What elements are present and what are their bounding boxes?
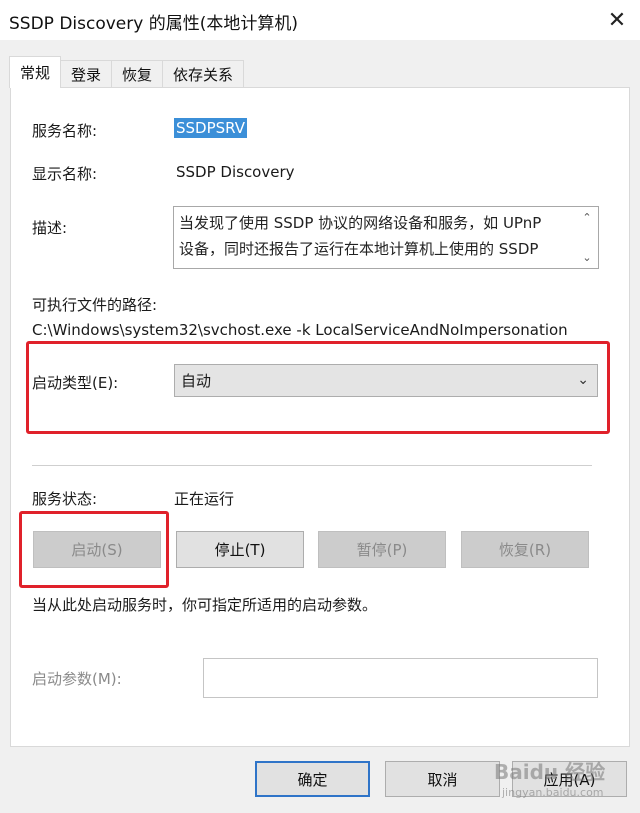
watermark-url: jingyan.baidu.com — [502, 786, 604, 799]
description-line-2: 设备，同时还报告了运行在本地计算机上使用的 SSDP — [179, 240, 539, 258]
description-box[interactable]: 当发现了使用 SSDP 协议的网络设备和服务，如 UPnP 设备，同时还报告了运… — [173, 206, 599, 269]
stop-button[interactable]: 停止(T) — [176, 531, 304, 568]
highlight-startup-type — [26, 341, 610, 434]
service-name-value[interactable]: SSDPSRV — [174, 118, 248, 138]
path-label: 可执行文件的路径: — [32, 296, 158, 314]
service-name-text[interactable]: SSDPSRV — [174, 118, 248, 138]
description-text: 当发现了使用 SSDP 协议的网络设备和服务，如 UPnP 设备，同时还报告了运… — [179, 210, 571, 262]
separator — [32, 465, 592, 466]
tab-strip: 常规 登录 恢复 依存关系 — [9, 56, 245, 88]
description-label: 描述: — [32, 219, 68, 237]
window-title: SSDP Discovery 的属性(本地计算机) — [9, 14, 298, 34]
watermark-brand: Baidu 经验 — [494, 760, 606, 784]
service-status-value: 正在运行 — [174, 490, 235, 508]
general-panel: 服务名称: SSDPSRV 显示名称: SSDP Discovery 描述: 当… — [10, 87, 630, 747]
service-name-label: 服务名称: — [32, 122, 98, 140]
display-name-label: 显示名称: — [32, 165, 98, 183]
tab-dependencies[interactable]: 依存关系 — [162, 60, 245, 88]
cancel-button[interactable]: 取消 — [385, 761, 500, 797]
close-icon[interactable]: ✕ — [594, 0, 640, 40]
description-line-1: 当发现了使用 SSDP 协议的网络设备和服务，如 UPnP — [179, 214, 542, 232]
tab-general[interactable]: 常规 — [9, 56, 62, 88]
tab-recovery[interactable]: 恢复 — [111, 60, 164, 88]
start-params-label: 启动参数(M): — [32, 670, 122, 688]
start-params-input[interactable] — [203, 658, 598, 698]
pause-button[interactable]: 暂停(P) — [318, 531, 446, 568]
service-status-label: 服务状态: — [32, 490, 98, 508]
ok-button[interactable]: 确定 — [255, 761, 370, 797]
title-bar: SSDP Discovery 的属性(本地计算机) ✕ — [0, 0, 640, 40]
scroll-down-icon[interactable]: ⌄ — [582, 251, 591, 264]
scroll-up-icon[interactable]: ⌃ — [582, 211, 591, 224]
display-name-value[interactable]: SSDP Discovery — [176, 163, 295, 181]
start-params-hint: 当从此处启动服务时，你可指定所适用的启动参数。 — [32, 596, 378, 614]
resume-button[interactable]: 恢复(R) — [461, 531, 589, 568]
path-value: C:\Windows\system32\svchost.exe -k Local… — [32, 321, 568, 339]
dialog-body: 常规 登录 恢复 依存关系 服务名称: SSDPSRV 显示名称: SSDP D… — [0, 40, 640, 813]
description-scrollbar[interactable]: ⌃ ⌄ — [576, 207, 598, 268]
tab-logon[interactable]: 登录 — [60, 60, 113, 88]
watermark: Baidu 经验 jingyan.baidu.com — [494, 752, 634, 810]
highlight-start-button — [19, 511, 169, 588]
